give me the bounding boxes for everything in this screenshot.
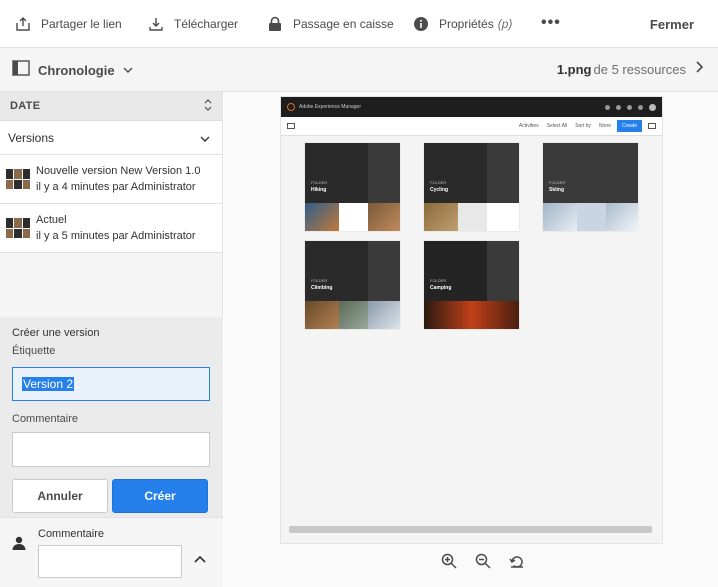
share-link-button[interactable]: Partager le lien — [14, 0, 122, 48]
comment-field-label: Commentaire — [12, 413, 79, 425]
create-version-panel: Créer une version Étiquette Version 2 Co… — [0, 317, 223, 517]
preview-activities: Activities — [518, 123, 539, 129]
action-bar: Partager le lien Télécharger Passage en … — [0, 0, 718, 48]
close-button[interactable]: Fermer — [650, 0, 694, 48]
asset-pager: 1.png de 5 ressources — [557, 60, 704, 78]
versions-filter[interactable]: Versions — [0, 121, 222, 155]
cancel-button[interactable]: Annuler — [12, 479, 108, 513]
chevron-up-icon[interactable] — [194, 552, 206, 566]
preview-tile: FOLDER Camping — [424, 241, 519, 329]
sort-icon — [204, 98, 212, 114]
reset-icon[interactable] — [508, 552, 526, 570]
secondary-bar: Chronologie 1.png de 5 ressources — [0, 48, 718, 92]
rail-icon — [12, 60, 30, 81]
date-sort-header[interactable]: DATE — [0, 92, 222, 121]
share-icon — [14, 15, 32, 33]
timeline-rail: DATE Versions Nouvelle version New Versi… — [0, 92, 223, 587]
version-thumbnail — [6, 169, 30, 189]
preview-image: Adobe Experience Manager Activities Sele… — [280, 96, 663, 544]
preview-app-title: Adobe Experience Manager — [299, 104, 361, 110]
comment-input[interactable] — [38, 545, 182, 578]
download-icon — [147, 15, 165, 33]
preview-scrollbar — [289, 526, 652, 533]
asset-preview: Adobe Experience Manager Activities Sele… — [224, 92, 718, 587]
more-icon[interactable]: ••• — [541, 15, 561, 31]
lock-icon — [266, 15, 284, 33]
version-meta: il y a 4 minutes par Administrator — [36, 181, 196, 193]
info-icon — [412, 15, 430, 33]
comment-label: Commentaire — [38, 528, 105, 540]
checkout-label: Passage en caisse — [293, 17, 394, 31]
preview-sort: Sort by — [575, 123, 592, 129]
rail-selector[interactable]: Chronologie — [12, 60, 133, 81]
preview-toolbar: Activities Select All Sort by None Creat… — [281, 117, 662, 136]
create-version-title: Créer une version — [12, 327, 100, 339]
next-icon[interactable] — [696, 60, 704, 78]
zoom-controls — [440, 552, 526, 570]
label-field-label: Étiquette — [12, 345, 56, 357]
preview-none: None — [599, 123, 611, 129]
comment-panel: Commentaire — [0, 517, 223, 587]
preview-tile: FOLDER Cycling — [424, 143, 519, 231]
user-icon — [12, 536, 26, 555]
preview-select-all: Select All — [546, 123, 568, 129]
create-button[interactable]: Créer — [112, 479, 208, 513]
preview-tile: FOLDER Climbing — [305, 241, 400, 329]
resources-count: de 5 ressources — [593, 61, 687, 77]
chevron-down-icon — [200, 131, 210, 145]
chevron-down-icon — [123, 65, 133, 76]
properties-label: Propriétés — [439, 17, 494, 31]
zoom-in-icon[interactable] — [440, 552, 458, 570]
share-link-label: Partager le lien — [41, 17, 122, 31]
version-meta: il y a 5 minutes par Administrator — [36, 230, 196, 242]
download-label: Télécharger — [174, 17, 239, 31]
zoom-out-icon[interactable] — [474, 552, 492, 570]
version-title: Actuel — [36, 214, 67, 226]
version-title: Nouvelle version New Version 1.0 — [36, 165, 201, 177]
checkout-button[interactable]: Passage en caisse — [266, 0, 394, 48]
properties-button[interactable]: Propriétés (p) — [412, 0, 512, 48]
file-name: 1.png — [556, 61, 592, 77]
rail-label: Chronologie — [38, 63, 115, 78]
preview-tile: FOLDER Hiking — [305, 143, 400, 231]
version-label-input[interactable]: Version 2 — [12, 367, 210, 401]
properties-shortcut: (p) — [497, 17, 513, 31]
preview-app-header: Adobe Experience Manager — [281, 97, 662, 117]
version-label-value: Version 2 — [22, 377, 75, 391]
date-header-label: DATE — [10, 100, 41, 112]
aem-logo-icon — [287, 103, 295, 111]
preview-tile: FOLDER Skiing — [543, 143, 638, 231]
version-item[interactable]: Nouvelle version New Version 1.0 il y a … — [0, 155, 222, 204]
preview-create: Create — [616, 120, 642, 132]
versions-filter-value: Versions — [8, 130, 55, 145]
download-button[interactable]: Télécharger — [147, 0, 238, 48]
version-item[interactable]: Actuel il y a 5 minutes par Administrato… — [0, 204, 222, 253]
version-comment-input[interactable] — [12, 432, 210, 467]
version-thumbnail — [6, 218, 30, 238]
